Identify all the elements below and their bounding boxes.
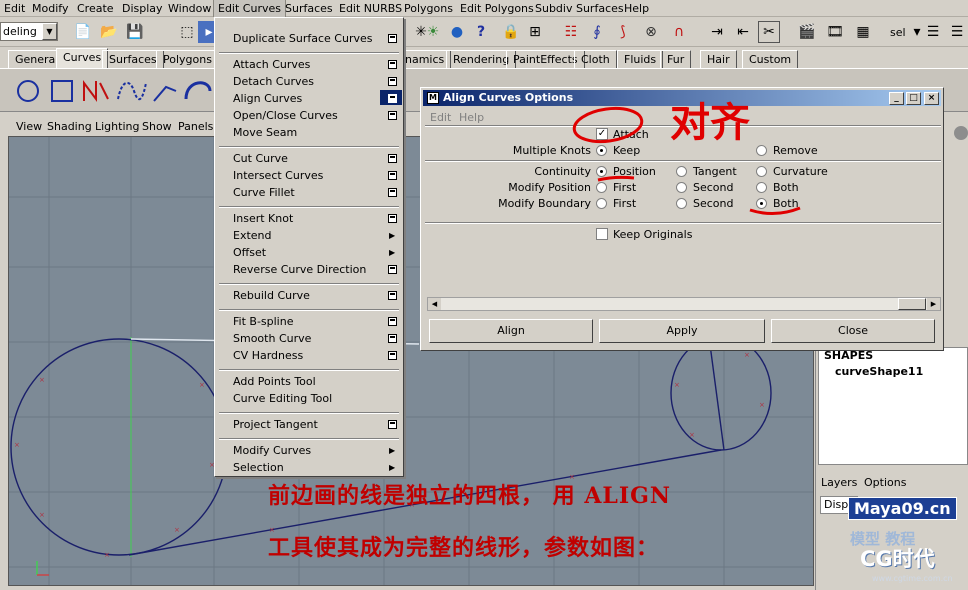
handwritten-note: 对齐 <box>670 99 750 146</box>
watermark-brand: CG时代 <box>860 547 935 571</box>
annotation-line-2: 工具使其成为完整的线形，参数如图： <box>268 535 660 561</box>
annotation-line-1: 前边画的线是独立的四根， 用 ALIGN <box>268 483 672 509</box>
watermark-site: Maya09.cn <box>848 497 957 520</box>
watermark-url: www.cgtime.com.cn <box>872 574 953 583</box>
